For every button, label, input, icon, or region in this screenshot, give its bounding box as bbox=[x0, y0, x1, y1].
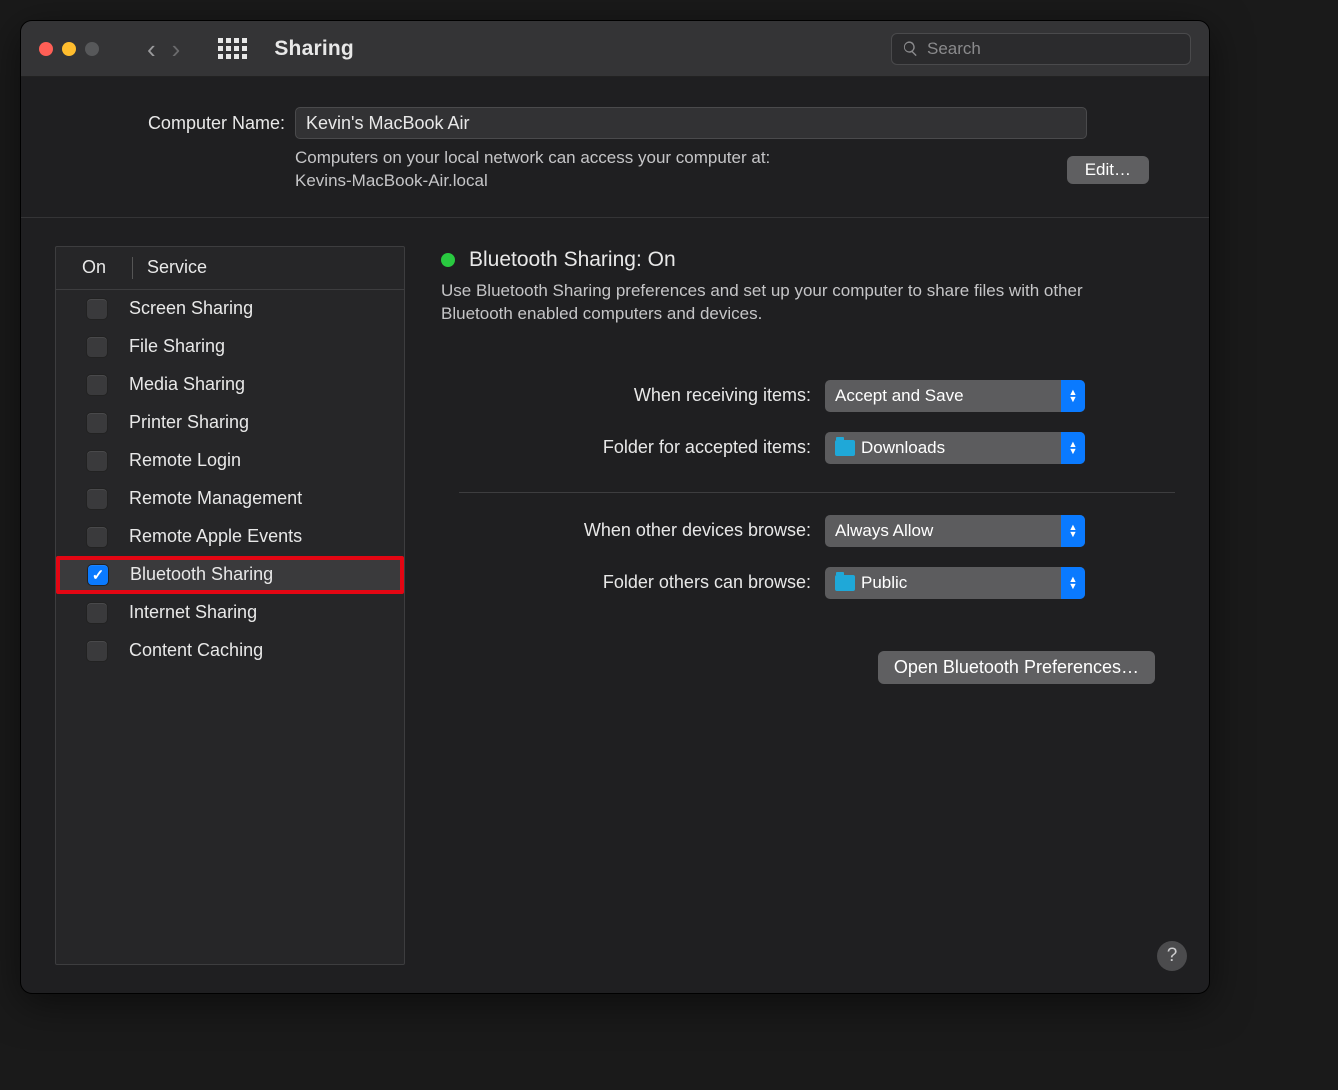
browse-label: When other devices browse: bbox=[441, 520, 811, 541]
column-header-on: On bbox=[82, 257, 132, 279]
service-checkbox[interactable] bbox=[87, 337, 107, 357]
service-row[interactable]: Remote Login bbox=[56, 442, 404, 480]
computer-name-label: Computer Name: bbox=[105, 113, 285, 134]
browse-popup[interactable]: Always Allow ▲▼ bbox=[825, 515, 1085, 547]
column-header-service: Service bbox=[147, 257, 207, 279]
service-checkbox[interactable] bbox=[87, 375, 107, 395]
edit-hostname-button[interactable]: Edit… bbox=[1067, 156, 1149, 184]
computer-name-input[interactable] bbox=[295, 107, 1087, 139]
service-label: Remote Apple Events bbox=[129, 526, 302, 547]
accepted-folder-label: Folder for accepted items: bbox=[441, 437, 811, 458]
browse-folder-popup[interactable]: Public ▲▼ bbox=[825, 567, 1085, 599]
browse-value: Always Allow bbox=[835, 521, 933, 541]
service-detail: Bluetooth Sharing: On Use Bluetooth Shar… bbox=[441, 246, 1175, 965]
service-label: File Sharing bbox=[129, 336, 225, 357]
separator bbox=[459, 492, 1175, 493]
service-label: Screen Sharing bbox=[129, 298, 253, 319]
main-row: On Service Screen Sharing File Sharing Med… bbox=[21, 218, 1209, 993]
popup-arrows-icon: ▲▼ bbox=[1061, 515, 1085, 547]
service-checkbox[interactable] bbox=[87, 603, 107, 623]
folder-icon bbox=[835, 440, 855, 456]
nav-buttons: ‹ › bbox=[147, 36, 180, 62]
service-row[interactable]: Remote Management bbox=[56, 480, 404, 518]
zoom-icon bbox=[85, 42, 99, 56]
status-description: Use Bluetooth Sharing preferences and se… bbox=[441, 280, 1121, 326]
window-controls bbox=[39, 42, 99, 56]
column-divider bbox=[132, 257, 133, 279]
search-field[interactable] bbox=[891, 33, 1191, 65]
service-checkbox[interactable] bbox=[87, 299, 107, 319]
accepted-folder-popup[interactable]: Downloads ▲▼ bbox=[825, 432, 1085, 464]
service-row[interactable]: Printer Sharing bbox=[56, 404, 404, 442]
service-list: On Service Screen Sharing File Sharing Med… bbox=[55, 246, 405, 965]
popup-arrows-icon: ▲▼ bbox=[1061, 567, 1085, 599]
open-bluetooth-prefs-button[interactable]: Open Bluetooth Preferences… bbox=[878, 651, 1155, 684]
minimize-icon[interactable] bbox=[62, 42, 76, 56]
service-row[interactable]: Screen Sharing bbox=[56, 290, 404, 328]
service-row[interactable]: Media Sharing bbox=[56, 366, 404, 404]
service-label: Internet Sharing bbox=[129, 602, 257, 623]
search-input[interactable] bbox=[927, 39, 1180, 59]
titlebar: ‹ › Sharing bbox=[21, 21, 1209, 77]
status-title: Bluetooth Sharing: On bbox=[469, 248, 676, 272]
service-label: Printer Sharing bbox=[129, 412, 249, 433]
service-checkbox[interactable] bbox=[88, 565, 108, 585]
service-list-header: On Service bbox=[56, 247, 404, 290]
popup-arrows-icon: ▲▼ bbox=[1061, 432, 1085, 464]
content-area: Computer Name: Computers on your local n… bbox=[21, 77, 1209, 993]
service-row[interactable]: Remote Apple Events bbox=[56, 518, 404, 556]
computer-name-section: Computer Name: Computers on your local n… bbox=[21, 77, 1209, 218]
service-checkbox[interactable] bbox=[87, 641, 107, 661]
service-checkbox[interactable] bbox=[87, 451, 107, 471]
status-row: Bluetooth Sharing: On bbox=[441, 248, 1175, 272]
service-row[interactable]: Bluetooth Sharing bbox=[56, 556, 404, 594]
search-icon bbox=[902, 40, 919, 57]
service-label: Remote Management bbox=[129, 488, 302, 509]
forward-button: › bbox=[172, 36, 181, 62]
receiving-value: Accept and Save bbox=[835, 386, 964, 406]
service-label: Media Sharing bbox=[129, 374, 245, 395]
back-button[interactable]: ‹ bbox=[147, 36, 156, 62]
service-checkbox[interactable] bbox=[87, 413, 107, 433]
popup-arrows-icon: ▲▼ bbox=[1061, 380, 1085, 412]
folder-icon bbox=[835, 575, 855, 591]
receiving-popup[interactable]: Accept and Save ▲▼ bbox=[825, 380, 1085, 412]
service-label: Content Caching bbox=[129, 640, 263, 661]
service-label: Bluetooth Sharing bbox=[130, 564, 273, 585]
help-button[interactable]: ? bbox=[1157, 941, 1187, 971]
sharing-preferences-window: ‹ › Sharing Computer Name: Computers on … bbox=[20, 20, 1210, 994]
service-checkbox[interactable] bbox=[87, 527, 107, 547]
window-title: Sharing bbox=[274, 37, 354, 61]
show-all-icon[interactable] bbox=[218, 38, 246, 60]
status-indicator-icon bbox=[441, 253, 455, 267]
browse-folder-value: Public bbox=[861, 573, 907, 593]
service-label: Remote Login bbox=[129, 450, 241, 471]
close-icon[interactable] bbox=[39, 42, 53, 56]
receiving-label: When receiving items: bbox=[441, 385, 811, 406]
accepted-folder-value: Downloads bbox=[861, 438, 945, 458]
service-checkbox[interactable] bbox=[87, 489, 107, 509]
computer-name-subtext: Computers on your local network can acce… bbox=[295, 147, 770, 193]
service-row[interactable]: Content Caching bbox=[56, 632, 404, 670]
service-row[interactable]: File Sharing bbox=[56, 328, 404, 366]
browse-folder-label: Folder others can browse: bbox=[441, 572, 811, 593]
service-row[interactable]: Internet Sharing bbox=[56, 594, 404, 632]
